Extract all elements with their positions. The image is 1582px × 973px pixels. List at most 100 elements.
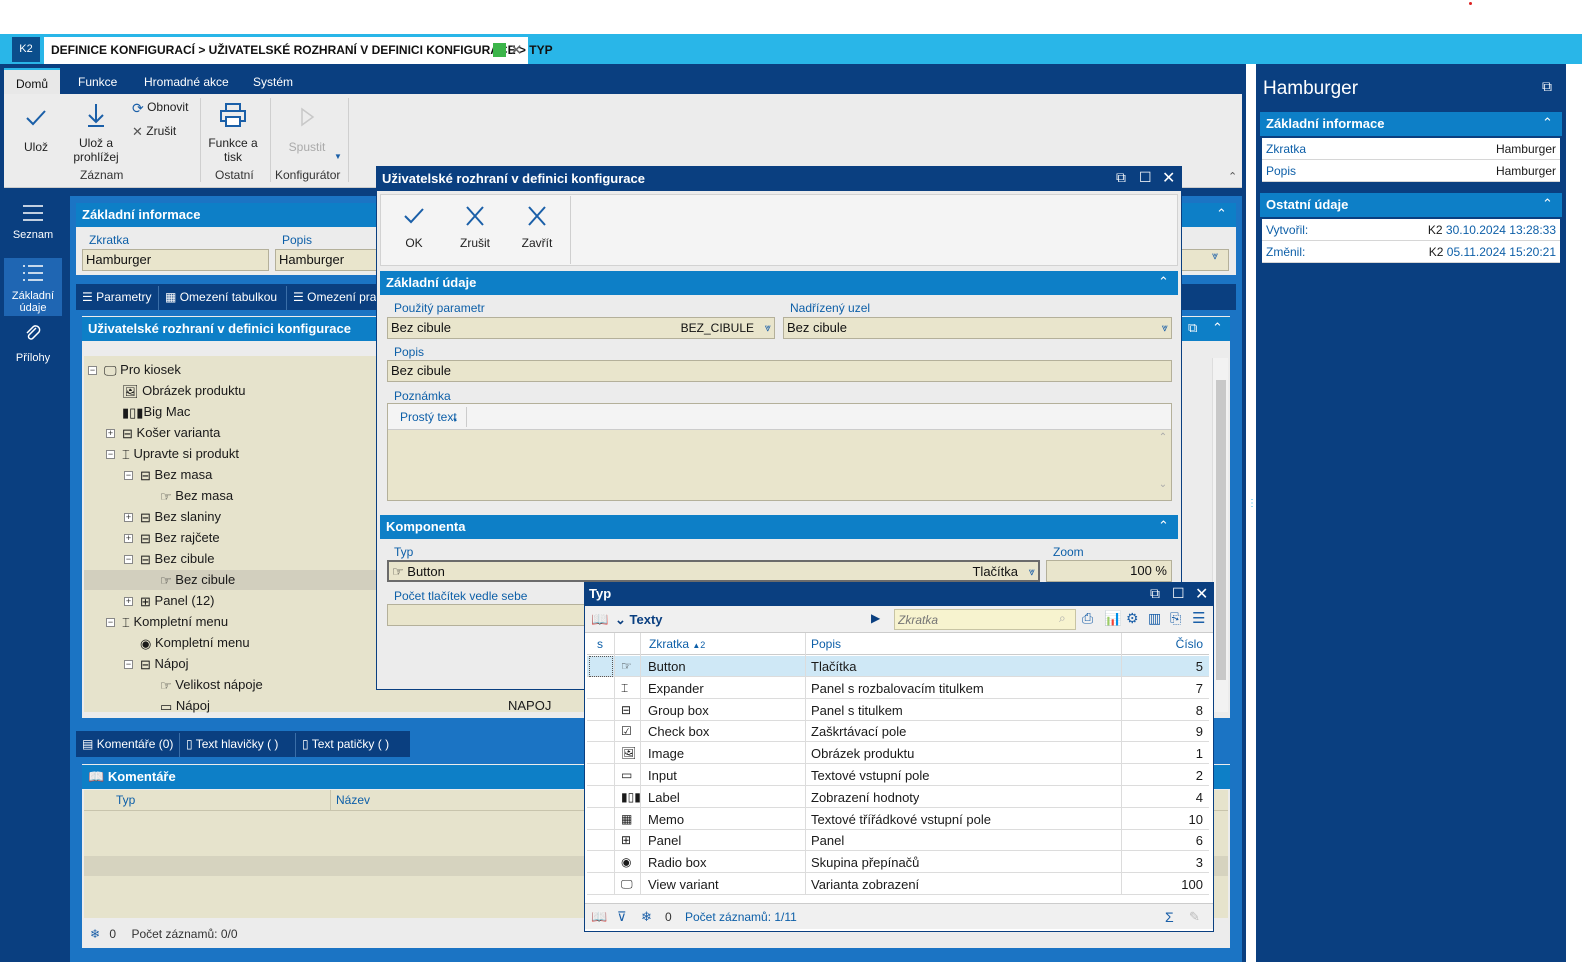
collapse-toggle-icon[interactable]: − [88, 366, 97, 375]
dialog-close-icon[interactable]: ✕ [1162, 168, 1175, 188]
row-selector[interactable] [589, 874, 613, 895]
columns-icon[interactable]: ▥ [1148, 610, 1161, 627]
param-field[interactable]: Bez cibule BEZ_CIBULE ⩔ [387, 317, 775, 339]
menu-icon[interactable]: ☰ [1192, 609, 1205, 627]
table-row[interactable]: ▦ Memo Textové třířádkové vstupní pole 10 [587, 809, 1209, 830]
tree-item[interactable]: ▮▯▮Big Mac [122, 402, 190, 422]
refresh-button[interactable]: ⟳ Obnovit [132, 100, 188, 115]
table-row[interactable]: 🖵 View variant Varianta zobrazení 100 [587, 874, 1209, 895]
document-tab[interactable]: DEFINICE KONFIGURACÍ > UŽIVATELSKÉ ROZHR… [44, 37, 553, 64]
dialog-popis-field[interactable]: Bez cibule [387, 360, 1172, 382]
snowflake-icon[interactable]: ❄ [90, 927, 100, 941]
popup-maximize-icon[interactable]: ☐ [1172, 585, 1185, 602]
tab-omezeni-tabulkou[interactable]: ▦ Omezení tabulkou [159, 286, 287, 310]
ribbon-tab-hromadne-akce[interactable]: Hromadné akce [144, 68, 229, 94]
tree-item[interactable]: ⊟ Bez cibule [140, 549, 215, 569]
save-and-view-button[interactable]: Ulož a prohlížej [70, 102, 122, 164]
col-zkratka[interactable]: Zkratka ▲2 [649, 633, 705, 657]
table-row[interactable]: ▭ Input Textové vstupní pole 2 [587, 765, 1209, 786]
collapse-toggle-icon[interactable]: − [106, 450, 115, 459]
play-icon[interactable]: ▶ [871, 611, 880, 625]
expand-toggle-icon[interactable]: + [124, 534, 133, 543]
row-selector[interactable] [589, 678, 613, 699]
detach-tree-icon[interactable]: ⧉ [1188, 320, 1197, 336]
tree-item[interactable]: ☞ Bez masa [160, 486, 233, 506]
row-selector[interactable] [589, 852, 613, 873]
right-changed-date[interactable]: 05.11.2024 15:20:21 [1447, 245, 1556, 259]
row-selector[interactable] [589, 656, 613, 677]
chart-icon[interactable]: 📊 [1104, 610, 1121, 627]
nav-zakladni-udaje[interactable]: Základní údaje [4, 258, 62, 316]
book-icon[interactable]: 📖 [591, 904, 607, 930]
tree-item[interactable]: ⊟ Košer varianta [122, 423, 220, 443]
table-row[interactable]: 🖼 Image Obrázek produktu 1 [587, 743, 1209, 765]
collapse-toggle-icon[interactable]: − [124, 660, 133, 669]
ok-button[interactable]: OK [394, 204, 434, 250]
tree-item[interactable]: ⊟ Nápoj [140, 654, 189, 674]
parent-field[interactable]: Bez cibule ⩔ [783, 317, 1172, 339]
sum-icon[interactable]: Σ [1165, 904, 1174, 930]
book-icon[interactable]: 📖 [591, 611, 608, 628]
table-row[interactable]: ☑ Check box Zaškrtávací pole 9 [587, 721, 1209, 743]
print-icon[interactable]: ⎙ [1082, 610, 1093, 627]
close-tab-icon[interactable]: ✕ [510, 37, 523, 64]
note-scrollbar[interactable]: ⌃ ⌄ [1157, 432, 1169, 498]
collapse-basic-info-icon[interactable]: ⌃ [1216, 206, 1227, 222]
collapse-dialog-basic-icon[interactable]: ⌃ [1158, 274, 1169, 290]
ribbon-tab-funkce[interactable]: Funkce [78, 68, 117, 94]
parent-dropdown-icon[interactable]: ⩔ [1162, 318, 1168, 338]
col-cislo[interactable]: Číslo [1176, 633, 1203, 655]
edit-icon[interactable]: ✎ [1189, 904, 1200, 930]
collapse-tree-icon[interactable]: ⌃ [1212, 320, 1223, 336]
button-count-field[interactable] [387, 604, 587, 626]
tree-item[interactable]: 🖼 Obrázek produktu [122, 381, 245, 401]
expand-toggle-icon[interactable]: + [124, 597, 133, 606]
row-selector[interactable] [589, 765, 613, 786]
save-button[interactable]: Ulož [16, 106, 56, 154]
row-selector[interactable] [589, 700, 613, 721]
right-created-date[interactable]: 30.10.2024 13:28:33 [1446, 223, 1556, 237]
row-selector[interactable] [589, 809, 613, 830]
cancel-button[interactable]: ✕ Zrušit [132, 124, 176, 139]
functions-and-print-button[interactable]: Funkce a tisk [206, 102, 260, 164]
view-dropdown[interactable]: ⌄ Texty [615, 612, 663, 628]
row-selector[interactable] [589, 721, 613, 742]
comments-col-typ[interactable]: Typ [116, 793, 135, 807]
dialog-restore-icon[interactable]: ⧉ [1116, 169, 1126, 186]
dialog-maximize-icon[interactable]: ☐ [1139, 169, 1152, 186]
popout-icon[interactable]: ⧉ [1542, 78, 1552, 95]
row-selector[interactable] [589, 787, 613, 808]
tab-text-paticky[interactable]: ▯ Text patičky ( ) [296, 733, 408, 757]
tree-item[interactable]: ⌶ Kompletní menu [122, 612, 228, 632]
collapse-toggle-icon[interactable]: − [124, 471, 133, 480]
table-row[interactable]: ⊟ Group box Panel s titulkem 8 [587, 700, 1209, 721]
ribbon-tab-domu[interactable]: Domů [4, 68, 60, 94]
collapse-ribbon-icon[interactable]: ⌃ [1228, 170, 1237, 183]
tab-komentare[interactable]: ▤ Komentáře (0) [76, 733, 180, 757]
collapse-component-icon[interactable]: ⌃ [1158, 518, 1169, 534]
tab-omezeni-pravidly[interactable]: ☰ Omezení pra [287, 286, 387, 310]
row-selector[interactable] [589, 743, 613, 764]
collapse-toggle-icon[interactable]: − [124, 555, 133, 564]
filter-icon[interactable]: ⊽ [617, 904, 627, 930]
typ-dropdown-icon[interactable]: ⩔ [1029, 562, 1035, 580]
tree-item[interactable]: ◉ Kompletní menu [140, 633, 250, 653]
note-editor[interactable]: Prostý text ▼ ⌃ ⌄ [387, 403, 1172, 501]
table-row[interactable]: ▮▯▮ Label Zobrazení hodnoty 4 [587, 787, 1209, 808]
panel-splitter[interactable]: ⋮ [1247, 499, 1257, 524]
tab-parametry[interactable]: ☰ Parametry [76, 286, 159, 310]
export-icon[interactable]: ⎘ [1170, 610, 1181, 627]
run-button[interactable]: Spustit [284, 106, 330, 154]
col-popis[interactable]: Popis [811, 633, 841, 655]
snowflake-icon[interactable]: ❄ [641, 904, 652, 930]
tree-item[interactable]: ⊟ Bez rajčete [140, 528, 220, 548]
tree-item[interactable]: ☞ Velikost nápoje [160, 675, 263, 695]
dialog-cancel-button[interactable]: Zrušit [452, 204, 498, 250]
table-row[interactable]: ⊞ Panel Panel 6 [587, 830, 1209, 852]
popup-close-icon[interactable]: ✕ [1195, 584, 1208, 604]
run-dropdown-icon[interactable]: ▼ [334, 152, 342, 161]
popup-restore-icon[interactable]: ⧉ [1150, 585, 1160, 602]
tree-item[interactable]: ▭ Nápoj [160, 696, 210, 716]
typ-field[interactable]: ☞ Button Tlačítka ⩔ [387, 560, 1040, 582]
row-selector[interactable] [589, 830, 613, 851]
